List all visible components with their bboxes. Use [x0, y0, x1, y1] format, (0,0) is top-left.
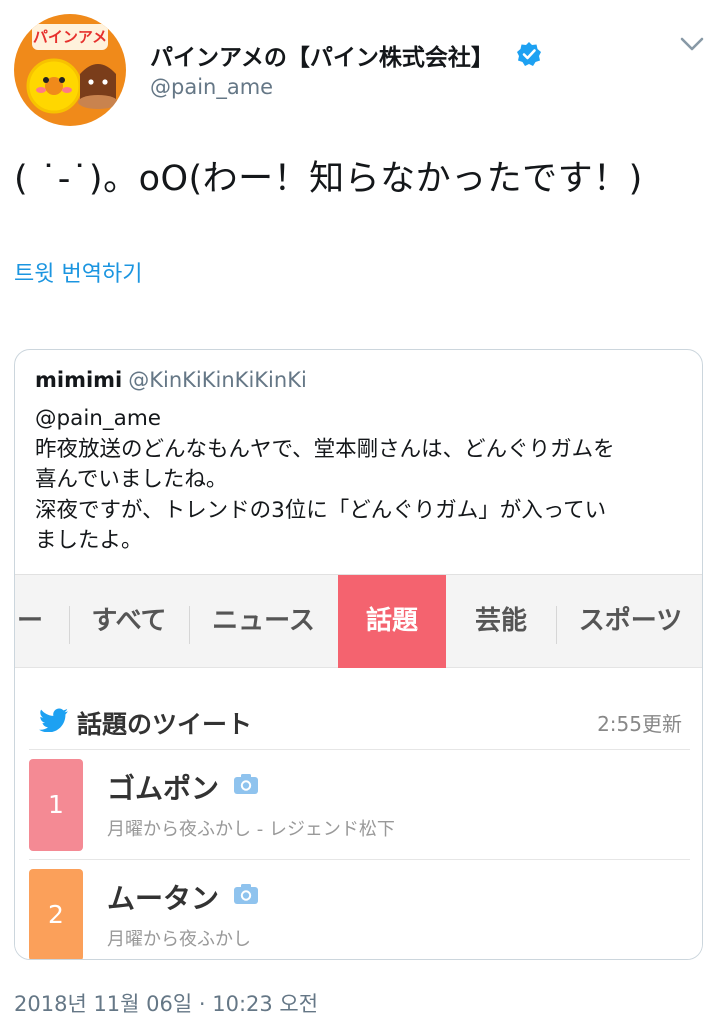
quoted-line: @pain_ame: [35, 406, 162, 431]
tweet-timestamp[interactable]: 2018년 11월 06일 · 10:23 오전: [14, 988, 318, 1018]
quoted-tweet-header: mimimi @KinKiKinKiKinKi: [35, 368, 307, 392]
camera-icon: [234, 774, 258, 794]
quoted-line: 深夜ですが、トレンドの3位に「どんぐりガム」が入ってい: [35, 497, 607, 523]
verified-badge-icon: [517, 42, 541, 66]
camera-icon: [234, 884, 258, 904]
tab-partial: ー: [17, 606, 44, 636]
section-title: 話題のツイート: [77, 710, 253, 739]
trend-row: 2 ムータン 月曜から夜ふかし: [15, 859, 702, 959]
trend-source: 月曜から夜ふかし - レジェンド松下: [107, 819, 395, 840]
quoted-tweet[interactable]: mimimi @KinKiKinKiKinKi @pain_ame 昨夜放送のどん…: [14, 349, 703, 960]
avatar[interactable]: パインアメ: [14, 14, 126, 126]
twitter-bird-icon: [39, 708, 68, 732]
quoted-line: ましたよ。: [35, 528, 143, 553]
tab-entertainment: 芸能: [474, 606, 527, 636]
quoted-author-handle: @KinKiKinKiKinKi: [128, 368, 307, 392]
avatar-brand-text: パインアメ: [32, 24, 108, 50]
trend-source: 月曜から夜ふかし: [107, 929, 251, 950]
author-handle[interactable]: @pain_ame: [150, 75, 273, 99]
translate-tweet-link[interactable]: 트윗 번역하기: [14, 256, 142, 288]
tab-news: ニュース: [212, 606, 315, 636]
quoted-tweet-text: @pain_ame 昨夜放送のどんなもんヤで、堂本剛さんは、どんぐりガムを 喜ん…: [35, 404, 685, 557]
trend-title: ゴムポン: [107, 772, 220, 805]
quoted-line: 昨夜放送のどんなもんヤで、堂本剛さんは、どんぐりガムを: [35, 436, 615, 462]
rank-badge: 1: [29, 759, 83, 851]
rank-badge: 2: [29, 869, 83, 959]
tweet-text: ( ˙-˙)。oO(わー！知らなかったです！): [14, 159, 643, 199]
tab-topics: 話題: [338, 575, 446, 668]
trend-row: 1 ゴムポン 月曜から夜ふかし - レジェンド松下: [15, 749, 702, 859]
attached-screenshot[interactable]: ー すべて ニュース 話題 芸能 スポーツ 話題のツイート 2:55更新 1 ゴ…: [15, 574, 702, 959]
quoted-author-name: mimimi: [35, 368, 123, 392]
category-tab-bar: ー すべて ニュース 話題 芸能 スポーツ: [15, 575, 702, 668]
quoted-line: 喜んでいましたね。: [35, 467, 228, 492]
chevron-down-icon[interactable]: [679, 34, 705, 54]
section-header: 話題のツイート: [39, 705, 252, 741]
tab-sports: スポーツ: [578, 606, 683, 636]
updated-time: 2:55更新: [597, 712, 682, 736]
tab-all: すべて: [91, 606, 167, 636]
author-display-name[interactable]: パインアメの【パイン株式会社】: [150, 38, 494, 72]
trend-title: ムータン: [107, 882, 220, 915]
